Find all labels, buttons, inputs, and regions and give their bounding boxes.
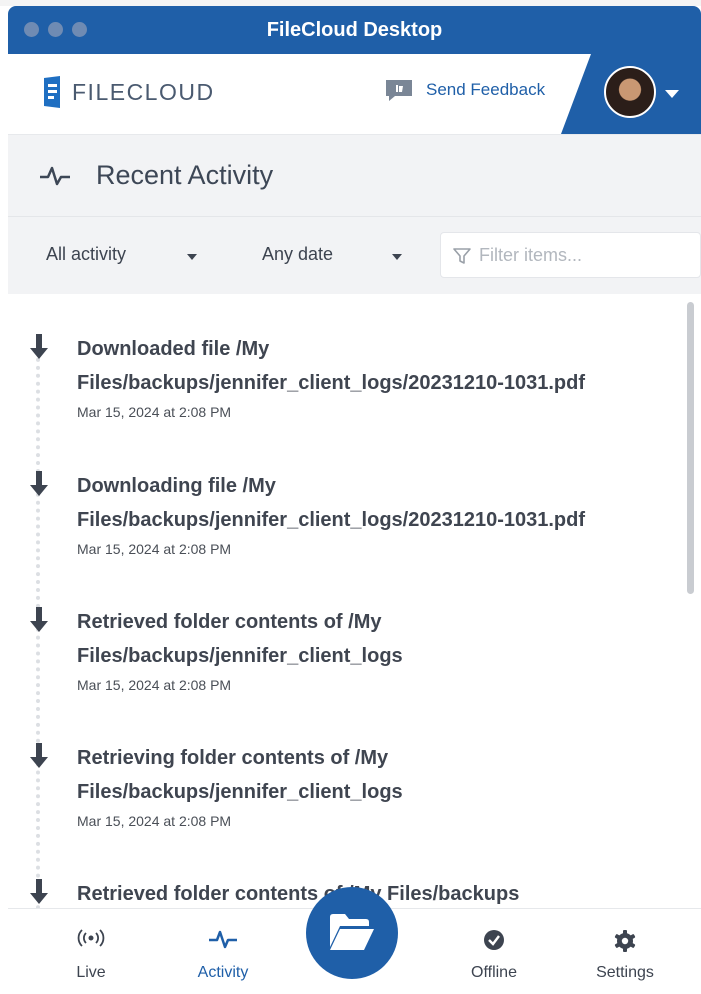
- filecloud-logo-icon: [44, 76, 60, 108]
- page-title: Recent Activity: [96, 160, 274, 190]
- date-range-dropdown[interactable]: Any date: [262, 244, 333, 265]
- page-heading: Recent Activity: [8, 134, 701, 217]
- chevron-down-icon[interactable]: [187, 254, 197, 260]
- activity-text-line: Files/backups/jennifer_client_logs/20231…: [77, 372, 586, 394]
- check-circle-icon: [484, 930, 504, 950]
- nav-offline-label: Offline: [471, 964, 517, 981]
- activity-text-line: Retrieving folder contents of /My: [77, 747, 389, 769]
- filter-bar: All activity Any date: [8, 216, 701, 295]
- user-menu[interactable]: [561, 54, 701, 134]
- nav-live-label: Live: [76, 964, 106, 981]
- gear-icon: [614, 930, 636, 952]
- download-arrow-icon: [30, 334, 48, 359]
- activity-timestamp: Mar 15, 2024 at 2:08 PM: [77, 541, 232, 557]
- nav-settings[interactable]: Settings: [570, 909, 680, 994]
- activity-timestamp: Mar 15, 2024 at 2:08 PM: [77, 404, 232, 420]
- activity-text-line: Files/backups/jennifer_client_logs: [77, 645, 403, 667]
- activity-description: Downloading file /My Files/backups/jenni…: [77, 469, 677, 537]
- nav-activity[interactable]: Activity: [168, 909, 278, 994]
- activity-scrollbar[interactable]: [687, 302, 694, 594]
- window-titlebar: FileCloud Desktop: [8, 6, 701, 54]
- chevron-down-icon[interactable]: [392, 254, 402, 260]
- activity-text-line: Downloading file /My: [77, 475, 276, 497]
- folder-open-icon: [330, 914, 374, 950]
- filter-items-field[interactable]: [440, 232, 701, 278]
- activity-description: Retrieved folder contents of /My Files/b…: [77, 605, 677, 673]
- open-folder-button[interactable]: [306, 887, 398, 979]
- filecloud-logo: FILECLOUD: [40, 76, 215, 108]
- activity-timestamp: Mar 15, 2024 at 2:08 PM: [77, 677, 232, 693]
- download-arrow-icon: [30, 743, 48, 768]
- nav-settings-label: Settings: [596, 964, 654, 981]
- window-title: FileCloud Desktop: [266, 19, 443, 41]
- activity-text-line: Downloaded file /My: [77, 338, 270, 360]
- activity-description: Downloaded file /My Files/backups/jennif…: [77, 332, 677, 400]
- nav-offline[interactable]: Offline: [439, 909, 549, 994]
- nav-activity-label: Activity: [197, 964, 249, 981]
- send-feedback-label: Send Feedback: [426, 80, 546, 99]
- chevron-down-icon[interactable]: [665, 90, 679, 98]
- filter-items-input[interactable]: [479, 243, 689, 267]
- nav-live[interactable]: Live: [36, 909, 146, 994]
- activity-text-line: Retrieved folder contents of /My: [77, 611, 382, 633]
- activity-text-line: Files/backups/jennifer_client_logs: [77, 781, 403, 803]
- activity-type-dropdown[interactable]: All activity: [46, 244, 126, 265]
- avatar[interactable]: [604, 66, 656, 118]
- feedback-icon: [386, 80, 412, 101]
- activity-pulse-icon: [209, 930, 237, 949]
- app-header: FILECLOUD Send Feedback: [8, 54, 701, 134]
- download-arrow-icon: [30, 607, 48, 632]
- activity-description: Retrieving folder contents of /My Files/…: [77, 741, 677, 809]
- activity-text-line: Files/backups/jennifer_client_logs/20231…: [77, 509, 586, 531]
- download-arrow-icon: [30, 471, 48, 496]
- activity-list[interactable]: Downloaded file /My Files/backups/jennif…: [8, 294, 701, 908]
- activity-pulse-icon: [40, 166, 70, 186]
- logo-text: FILECLOUD: [72, 78, 215, 105]
- filter-funnel-icon: [453, 248, 471, 264]
- download-arrow-icon: [30, 879, 48, 904]
- broadcast-icon: [77, 929, 105, 947]
- send-feedback-button[interactable]: Send Feedback: [384, 78, 545, 102]
- activity-timestamp: Mar 15, 2024 at 2:08 PM: [77, 813, 232, 829]
